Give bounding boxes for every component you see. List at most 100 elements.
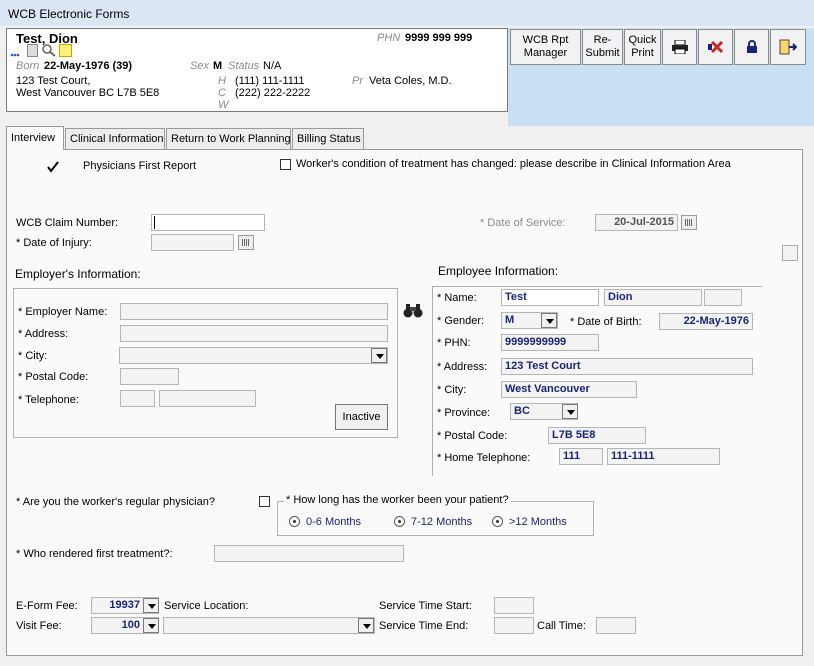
regular-physician-label: * Are you the worker's regular physician… <box>16 496 215 508</box>
employee-postal-input[interactable]: L7B 5E8 <box>548 427 646 444</box>
binoculars-search-icon[interactable] <box>403 302 423 320</box>
phone-cell: (222) 222-2222 <box>235 87 311 99</box>
window-title: WCB Electronic Forms <box>8 7 130 21</box>
regular-physician-checkbox[interactable] <box>259 496 270 507</box>
born-value: 22-May-1976 (39) <box>44 60 133 72</box>
employee-phn-input[interactable]: 9999999999 <box>501 334 599 351</box>
provider-name: Veta Coles, M.D. <box>369 75 452 87</box>
employee-home-tel-label: * Home Telephone: <box>437 452 531 464</box>
window-title-bar: WCB Electronic Forms <box>0 0 814 26</box>
employer-phone-input[interactable] <box>159 390 256 407</box>
employer-postal-label: * Postal Code: <box>18 371 89 383</box>
delete-button[interactable] <box>698 29 733 65</box>
more-icon[interactable] <box>10 46 20 57</box>
service-location-label: Service Location: <box>164 600 249 612</box>
eform-fee-dropdown-icon[interactable] <box>143 598 159 613</box>
exit-button[interactable] <box>770 29 806 65</box>
phn-label: PHN <box>377 32 401 44</box>
employer-city-select[interactable] <box>119 347 388 364</box>
employer-area-code-input[interactable] <box>120 390 155 407</box>
first-treatment-label: * Who rendered first treatment?: <box>16 548 173 560</box>
employee-last-name-input[interactable]: Dion <box>604 289 702 306</box>
born-label: Born <box>16 60 40 72</box>
exit-door-icon <box>779 39 797 55</box>
patient-header: Test, Dion PHN 9999 999 999 Born 22-May-… <box>6 28 508 112</box>
employer-postal-input[interactable] <box>120 368 179 385</box>
date-of-injury-field[interactable] <box>151 234 234 251</box>
status-label: Status <box>228 60 260 72</box>
claim-number-label: WCB Claim Number: <box>16 217 119 229</box>
physicians-first-report-checkbox[interactable] <box>47 161 59 173</box>
service-time-start-input[interactable] <box>494 597 534 614</box>
radio-7-12-months-label: 7-12 Months <box>411 516 473 528</box>
employee-phone-input[interactable]: 111-1111 <box>607 448 720 465</box>
province-dropdown-icon[interactable] <box>562 404 578 419</box>
employee-phn-label: * PHN: <box>437 337 471 349</box>
visit-fee-label: Visit Fee: <box>16 620 62 632</box>
employee-dob-label: * Date of Birth: <box>570 316 642 328</box>
service-location-dropdown-icon[interactable] <box>358 618 374 633</box>
call-time-input[interactable] <box>596 617 636 634</box>
employee-heading: Employee Information: <box>438 264 559 278</box>
lock-button[interactable] <box>734 29 769 65</box>
date-of-injury-label: * Date of Injury: <box>16 237 92 249</box>
tab-clinical-information[interactable]: Clinical Information <box>65 128 165 150</box>
search-icon[interactable] <box>42 44 56 57</box>
radio-0-6-months[interactable] <box>289 516 300 527</box>
employee-address-input[interactable]: 123 Test Court <box>501 358 753 375</box>
employer-telephone-label: * Telephone: <box>18 394 79 406</box>
employer-address-input[interactable] <box>120 325 388 342</box>
claim-number-input[interactable] <box>151 214 265 231</box>
note-icon[interactable] <box>59 44 72 57</box>
employee-name-label: * Name: <box>437 292 477 304</box>
eform-fee-label: E-Form Fee: <box>16 600 78 612</box>
wcb-rpt-manager-button[interactable]: WCB Rpt Manager <box>510 29 581 65</box>
date-of-service-calendar-icon[interactable] <box>681 215 697 230</box>
service-time-start-label: Service Time Start: <box>379 600 472 612</box>
service-location-select[interactable] <box>163 617 375 634</box>
employer-name-label: * Employer Name: <box>18 306 108 318</box>
quick-print-button[interactable]: Quick Print <box>624 29 661 65</box>
first-treatment-input[interactable] <box>214 545 404 562</box>
employer-address-label: * Address: <box>18 328 69 340</box>
employer-city-dropdown-icon[interactable] <box>371 348 387 363</box>
radio-0-6-months-label: 0-6 Months <box>306 516 362 528</box>
date-of-service-field[interactable]: 20-Jul-2015 <box>595 214 678 231</box>
gender-dropdown-icon[interactable] <box>541 313 557 328</box>
employee-middle-input[interactable] <box>704 289 742 306</box>
radio-7-12-months[interactable] <box>394 516 405 527</box>
employee-city-input[interactable]: West Vancouver <box>501 381 637 398</box>
side-box[interactable] <box>782 245 798 261</box>
radio-over-12-months[interactable] <box>492 516 503 527</box>
employee-postal-label: * Postal Code: <box>437 430 508 442</box>
date-of-service-label: * Date of Service: <box>480 217 566 229</box>
service-time-end-label: Service Time End: <box>379 620 469 632</box>
condition-changed-label: Worker's condition of treatment has chan… <box>296 158 731 170</box>
employer-name-input[interactable] <box>120 303 388 320</box>
tab-billing-status[interactable]: Billing Status <box>292 128 364 150</box>
interview-panel: Physicians First Report Worker's conditi… <box>6 149 803 656</box>
print-button[interactable] <box>662 29 697 65</box>
sex-value: M <box>213 60 223 72</box>
employee-dob-field[interactable]: 22-May-1976 <box>659 313 753 330</box>
employee-first-name-input[interactable]: Test <box>501 289 599 306</box>
inactive-button[interactable]: Inactive <box>335 404 388 430</box>
resubmit-button[interactable]: Re- Submit <box>582 29 623 65</box>
text-cursor <box>154 216 155 229</box>
status-value: N/A <box>263 60 282 72</box>
visit-fee-dropdown-icon[interactable] <box>143 618 159 633</box>
phone-h-label: H <box>218 75 226 87</box>
delete-icon <box>707 40 723 54</box>
condition-changed-checkbox[interactable] <box>280 159 291 170</box>
phone-home: (111) 111-1111 <box>235 75 305 87</box>
address-line2: West Vancouver BC L7B 5E8 <box>16 87 160 99</box>
document-icon[interactable] <box>27 44 38 57</box>
employee-area-code-input[interactable]: 111 <box>559 448 603 465</box>
date-of-injury-calendar-icon[interactable] <box>238 235 254 250</box>
tab-interview[interactable]: Interview <box>6 126 64 150</box>
tab-return-to-work-planning[interactable]: Return to Work Planning <box>166 128 291 150</box>
printer-icon <box>671 40 688 54</box>
service-time-end-input[interactable] <box>494 617 534 634</box>
phone-w-label: W <box>218 99 229 111</box>
radio-over-12-months-label: >12 Months <box>509 516 567 528</box>
